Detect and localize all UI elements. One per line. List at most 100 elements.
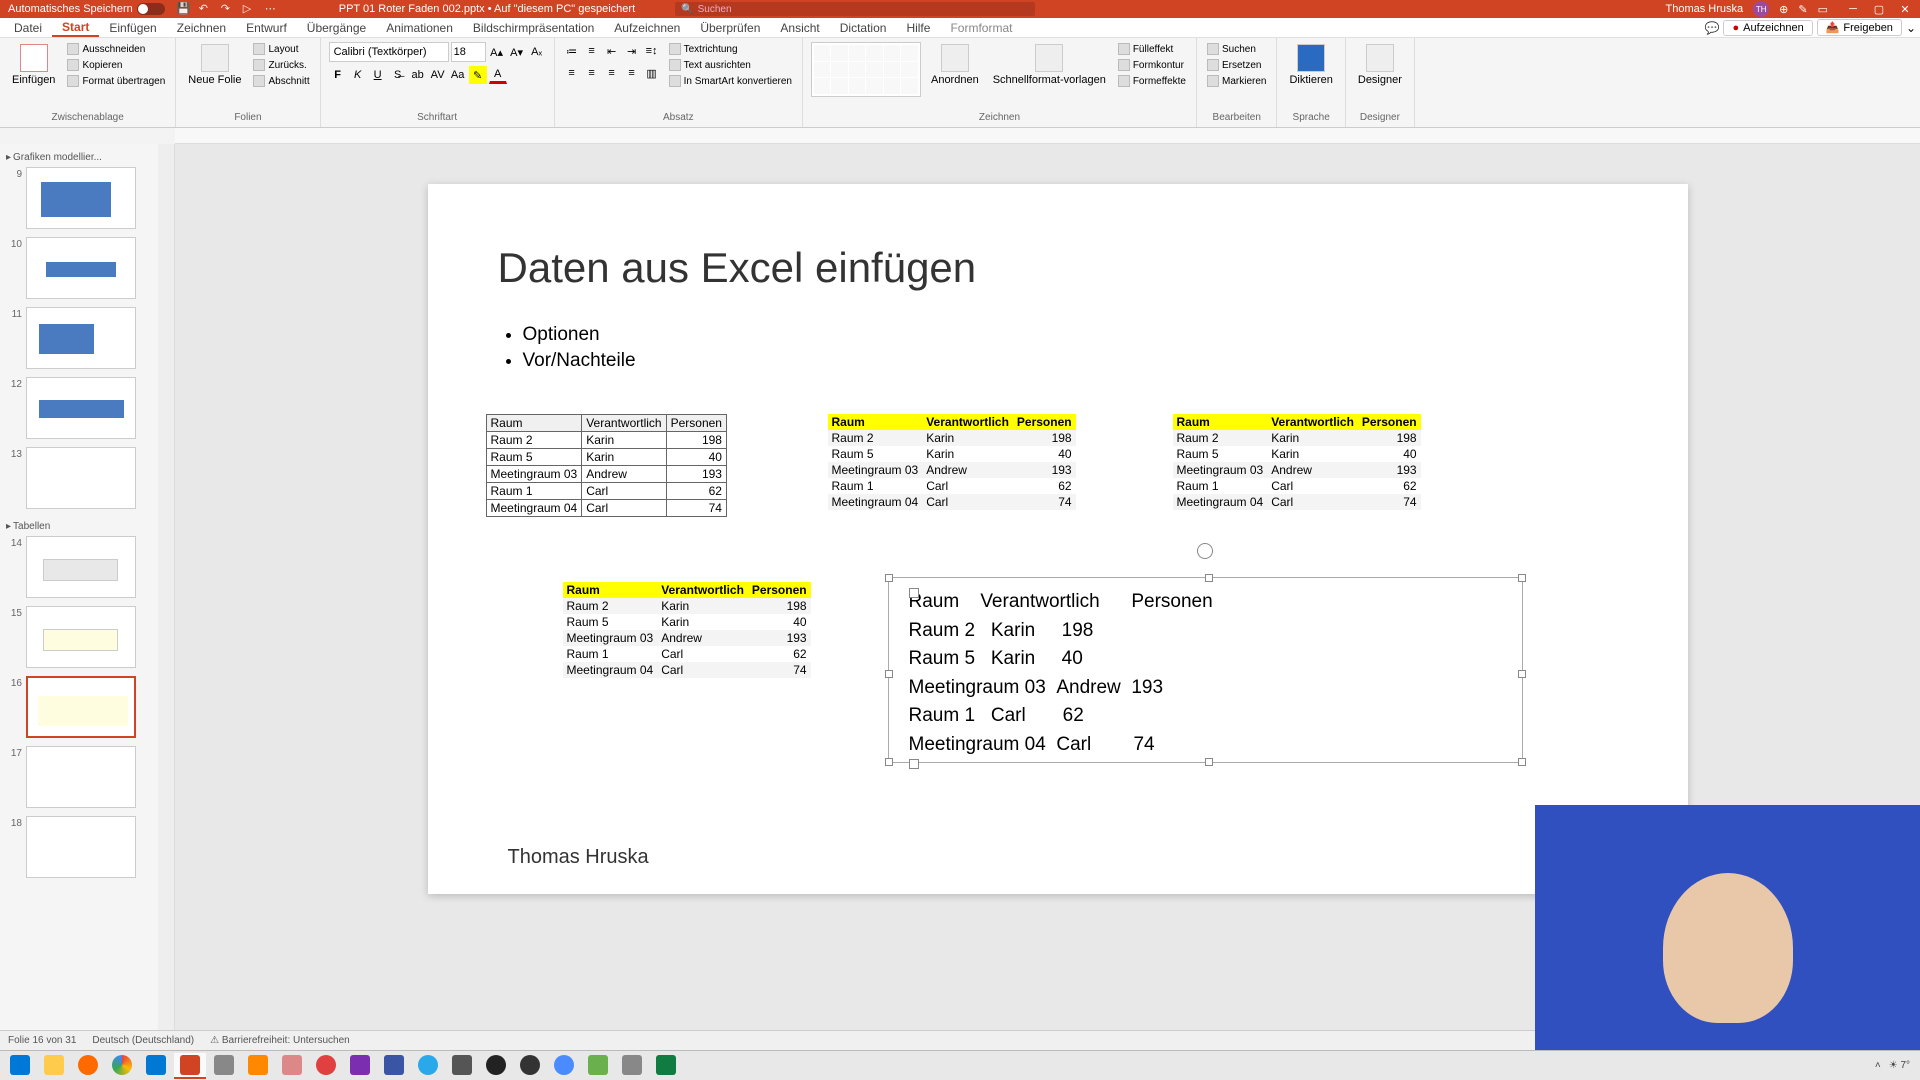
align-left-button[interactable]: ≡ — [563, 64, 581, 82]
taskbar-obs-icon[interactable] — [480, 1053, 512, 1079]
shapes-gallery[interactable] — [811, 42, 921, 97]
redo-icon[interactable]: ↷ — [221, 2, 235, 16]
start-button[interactable] — [4, 1053, 36, 1079]
slide-thumb-17[interactable] — [26, 746, 136, 808]
cut-button[interactable]: Ausschneiden — [65, 42, 167, 56]
tab-insert[interactable]: Einfügen — [99, 18, 166, 37]
taskbar-app-icon[interactable] — [514, 1053, 546, 1079]
slide-thumb-16[interactable] — [26, 676, 136, 738]
more-icon[interactable]: ⋯ — [265, 2, 279, 16]
shape-effects-button[interactable]: Formeffekte — [1116, 74, 1188, 88]
tab-start[interactable]: Start — [52, 18, 99, 37]
user-name[interactable]: Thomas Hruska — [1666, 3, 1744, 15]
shape-fill-button[interactable]: Fülleffekt — [1116, 42, 1188, 56]
share-button[interactable]: 📤Freigeben — [1817, 19, 1902, 36]
columns-button[interactable]: ▥ — [643, 64, 661, 82]
search-input[interactable]: 🔍 Suchen — [675, 2, 1035, 16]
quick-styles-button[interactable]: Schnellformat-vorlagen — [989, 42, 1110, 88]
taskbar-powerpoint-icon[interactable] — [174, 1053, 206, 1079]
selection-handle[interactable] — [885, 758, 893, 766]
ribbon-collapse-icon[interactable]: ⌄ — [1906, 21, 1916, 35]
reset-button[interactable]: Zurücks. — [251, 58, 311, 72]
numbering-button[interactable]: ≡ — [583, 42, 601, 60]
tab-view[interactable]: Ansicht — [770, 18, 829, 37]
replace-button[interactable]: Ersetzen — [1205, 58, 1268, 72]
slide-title[interactable]: Daten aus Excel einfügen — [498, 244, 977, 292]
taskbar-outlook-icon[interactable] — [140, 1053, 172, 1079]
increase-indent-button[interactable]: ⇥ — [623, 42, 641, 60]
selection-handle[interactable] — [1518, 758, 1526, 766]
tab-record[interactable]: Aufzeichnen — [604, 18, 690, 37]
clear-formatting-icon[interactable]: Aₓ — [528, 43, 546, 61]
ribbon-display-icon[interactable]: ▭ — [1818, 3, 1828, 16]
tab-slideshow[interactable]: Bildschirmpräsentation — [463, 18, 604, 37]
tab-shape-format[interactable]: Formformat — [940, 18, 1022, 37]
italic-button[interactable]: K — [349, 66, 367, 84]
toggle-switch[interactable] — [137, 3, 165, 15]
align-center-button[interactable]: ≡ — [583, 64, 601, 82]
selection-handle[interactable] — [1518, 574, 1526, 582]
taskbar-firefox-icon[interactable] — [72, 1053, 104, 1079]
user-avatar[interactable]: TH — [1753, 1, 1769, 17]
maximize-button[interactable]: ▢ — [1872, 2, 1886, 16]
slide-thumb-9[interactable] — [26, 167, 136, 229]
shadow-button[interactable]: ab — [409, 66, 427, 84]
pasted-table-yellow-3[interactable]: RaumVerantwortlichPersonen Raum 2Karin19… — [1173, 414, 1421, 510]
arrange-button[interactable]: Anordnen — [927, 42, 983, 88]
autosave-toggle[interactable]: Automatisches Speichern — [8, 3, 165, 15]
pasted-table-bordered[interactable]: RaumVerantwortlichPersonen Raum 2Karin19… — [486, 414, 727, 517]
record-button[interactable]: ●Aufzeichnen — [1723, 20, 1812, 36]
slide-thumb-14[interactable] — [26, 536, 136, 598]
taskbar-zoom-icon[interactable] — [548, 1053, 580, 1079]
taskbar-app-icon[interactable] — [582, 1053, 614, 1079]
copy-button[interactable]: Kopieren — [65, 58, 167, 72]
decrease-font-icon[interactable]: A▾ — [508, 43, 526, 61]
taskbar-explorer-icon[interactable] — [38, 1053, 70, 1079]
highlight-button[interactable]: ✎ — [469, 66, 487, 84]
slide-bullets[interactable]: Optionen Vor/Nachteile — [498, 324, 636, 376]
tab-draw[interactable]: Zeichnen — [167, 18, 236, 37]
select-button[interactable]: Markieren — [1205, 74, 1268, 88]
slide-thumb-11[interactable] — [26, 307, 136, 369]
dictate-button[interactable]: Diktieren — [1285, 42, 1336, 88]
tray-expand-icon[interactable]: ˄ — [1875, 1060, 1881, 1071]
slide-footer-author[interactable]: Thomas Hruska — [508, 846, 649, 869]
taskbar-excel-icon[interactable] — [650, 1053, 682, 1079]
weather-widget[interactable]: ☀ 7° — [1889, 1060, 1910, 1071]
selection-handle[interactable] — [1205, 574, 1213, 582]
taskbar-chrome-icon[interactable] — [106, 1053, 138, 1079]
align-right-button[interactable]: ≡ — [603, 64, 621, 82]
text-direction-button[interactable]: Textrichtung — [667, 42, 794, 56]
selection-handle[interactable] — [1205, 758, 1213, 766]
font-name-select[interactable]: Calibri (Textkörper) — [329, 42, 449, 62]
section-header[interactable]: ▸ Tabellen — [4, 517, 154, 536]
start-from-beginning-icon[interactable]: ▷ — [243, 2, 257, 16]
undo-icon[interactable]: ↶ — [199, 2, 213, 16]
accessibility-status[interactable]: ⚠ Barrierefreiheit: Untersuchen — [210, 1035, 350, 1046]
font-color-button[interactable]: A — [489, 66, 507, 84]
section-header[interactable]: ▸ Grafiken modellier... — [4, 148, 154, 167]
pasted-table-yellow-2[interactable]: RaumVerantwortlichPersonen Raum 2Karin19… — [828, 414, 1076, 510]
spacing-button[interactable]: AV — [429, 66, 447, 84]
format-painter-button[interactable]: Format übertragen — [65, 74, 167, 88]
taskbar-app-icon[interactable] — [276, 1053, 308, 1079]
taskbar-telegram-icon[interactable] — [412, 1053, 444, 1079]
selection-handle[interactable] — [885, 670, 893, 678]
taskbar-onenote-icon[interactable] — [344, 1053, 376, 1079]
increase-font-icon[interactable]: A▴ — [488, 43, 506, 61]
bullets-button[interactable]: ≔ — [563, 42, 581, 60]
minimize-button[interactable]: ─ — [1846, 2, 1860, 16]
underline-button[interactable]: U — [369, 66, 387, 84]
slide-counter[interactable]: Folie 16 von 31 — [8, 1035, 76, 1046]
line-spacing-button[interactable]: ≡↕ — [643, 42, 661, 60]
section-button[interactable]: Abschnitt — [251, 74, 311, 88]
slide-thumb-18[interactable] — [26, 816, 136, 878]
tab-animations[interactable]: Animationen — [376, 18, 463, 37]
smartart-button[interactable]: In SmartArt konvertieren — [667, 74, 794, 88]
tab-design[interactable]: Entwurf — [236, 18, 297, 37]
paste-button[interactable]: Einfügen — [8, 42, 59, 88]
designer-button[interactable]: Designer — [1354, 42, 1406, 88]
taskbar-app-icon[interactable] — [310, 1053, 342, 1079]
taskbar-app-icon[interactable] — [616, 1053, 648, 1079]
save-icon[interactable]: 💾 — [177, 2, 191, 16]
